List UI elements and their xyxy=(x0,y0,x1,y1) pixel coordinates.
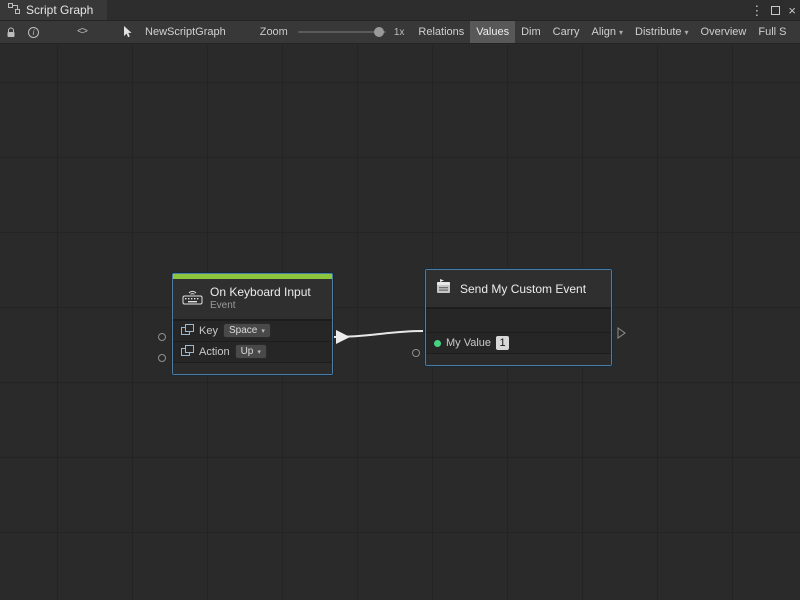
toolbar-buttons: Relations Values Dim Carry Align▾ Distri… xyxy=(412,21,792,43)
pointer-icon xyxy=(117,21,139,43)
lock-icon[interactable] xyxy=(0,21,22,43)
node-footer xyxy=(426,353,611,365)
graph-name[interactable]: NewScriptGraph xyxy=(145,26,226,38)
code-icon[interactable]: <> xyxy=(71,21,93,43)
node-title: On Keyboard Input xyxy=(210,285,311,300)
port-row-action: Action Up ▾ xyxy=(173,341,332,362)
keyboard-icon xyxy=(182,289,203,308)
wire-arrowhead-icon xyxy=(336,330,350,344)
external-port-my-value[interactable] xyxy=(412,349,420,357)
window-controls: ⋮ × xyxy=(750,0,796,21)
external-port-action[interactable] xyxy=(158,354,166,362)
node-header[interactable]: On Keyboard Input Event xyxy=(173,279,332,320)
values-button[interactable]: Values xyxy=(470,21,515,43)
graph-canvas[interactable]: On Keyboard Input Event Key Space ▾ xyxy=(0,45,800,600)
external-port-key[interactable] xyxy=(158,333,166,341)
port-label-my-value: My Value xyxy=(446,337,491,349)
zoom-value: 1x xyxy=(394,27,405,38)
node-footer xyxy=(173,362,332,374)
close-icon[interactable]: × xyxy=(788,4,796,17)
value-port-dot[interactable] xyxy=(434,340,441,347)
script-graph-icon xyxy=(8,3,20,17)
node-subtitle: Event xyxy=(210,300,311,313)
port-row-my-value: My Value 1 xyxy=(426,332,611,353)
relations-button[interactable]: Relations xyxy=(412,21,470,43)
info-icon[interactable]: i xyxy=(22,21,45,43)
tab-bar: Script Graph ⋮ × xyxy=(0,0,800,21)
connection-wire-layer xyxy=(0,45,800,600)
chevron-down-icon: ▾ xyxy=(257,348,261,356)
custom-event-icon xyxy=(435,279,453,298)
tab-script-graph[interactable]: Script Graph xyxy=(0,0,107,20)
zoom-label: Zoom xyxy=(260,26,288,38)
port-row-key: Key Space ▾ xyxy=(173,320,332,341)
maximize-icon[interactable] xyxy=(771,6,780,15)
my-value-input[interactable]: 1 xyxy=(496,336,509,350)
action-dropdown[interactable]: Up ▾ xyxy=(235,344,267,359)
graph-toolbar: i <> NewScriptGraph Zoom 1x Relations Va… xyxy=(0,21,800,44)
dim-button[interactable]: Dim xyxy=(515,21,547,43)
chevron-down-icon: ▾ xyxy=(685,28,689,37)
node-title: Send My Custom Event xyxy=(460,282,586,296)
tab-title: Script Graph xyxy=(26,3,93,17)
fullscreen-button[interactable]: Full S xyxy=(752,21,792,43)
zoom-slider[interactable] xyxy=(298,31,386,33)
external-flow-port[interactable] xyxy=(617,326,626,344)
field-icon xyxy=(181,345,194,359)
overview-button[interactable]: Overview xyxy=(695,21,753,43)
node-titles: On Keyboard Input Event xyxy=(210,285,311,313)
distribute-button[interactable]: Distribute▾ xyxy=(629,21,694,43)
script-graph-window: Script Graph ⋮ × i <> NewScriptGraph Zoo… xyxy=(0,0,800,600)
align-button[interactable]: Align▾ xyxy=(586,21,629,43)
flow-row xyxy=(426,308,611,332)
port-label-key: Key xyxy=(199,325,218,337)
field-icon xyxy=(181,324,194,338)
node-send-my-custom-event[interactable]: Send My Custom Event My Value 1 xyxy=(425,269,612,366)
zoom-slider-handle[interactable] xyxy=(374,27,384,37)
chevron-down-icon: ▾ xyxy=(261,327,265,335)
carry-button[interactable]: Carry xyxy=(547,21,586,43)
menu-icon[interactable]: ⋮ xyxy=(750,4,763,17)
node-on-keyboard-input[interactable]: On Keyboard Input Event Key Space ▾ xyxy=(172,273,333,375)
node-header[interactable]: Send My Custom Event xyxy=(426,270,611,308)
key-dropdown[interactable]: Space ▾ xyxy=(223,323,271,338)
chevron-down-icon: ▾ xyxy=(619,28,623,37)
port-label-action: Action xyxy=(199,346,230,358)
